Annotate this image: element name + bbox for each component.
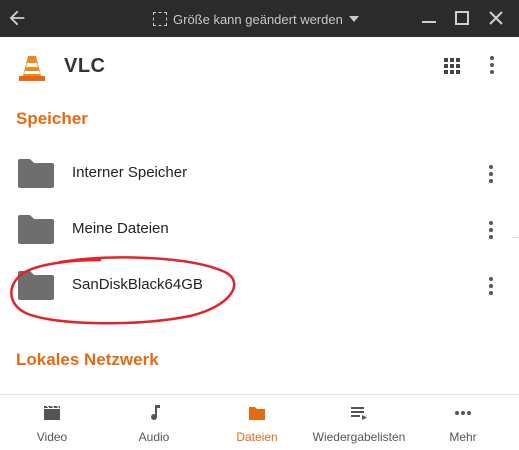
vlc-cone-icon: [19, 56, 45, 81]
nav-label: Wiedergabelisten: [312, 430, 406, 444]
app-bar: VLC: [0, 37, 519, 95]
app-title: VLC: [64, 55, 106, 77]
storage-item-internal[interactable]: Interner Speicher: [0, 146, 519, 202]
resize-icon: [153, 12, 167, 26]
storage-item-label: Meine Dateien: [72, 220, 169, 237]
nav-label: Dateien: [236, 430, 278, 444]
back-arrow-icon[interactable]: [6, 7, 28, 29]
video-icon: [44, 405, 60, 420]
bottom-navigation: Video Audio Dateien Wiedergabelisten Meh…: [0, 394, 519, 450]
folder-icon: [18, 215, 54, 244]
nav-more[interactable]: Mehr: [413, 395, 513, 450]
window-titlebar: Größe kann geändert werden: [0, 0, 519, 37]
item-menu-icon[interactable]: [489, 277, 493, 295]
close-button[interactable]: [487, 9, 505, 27]
playlist-icon: [351, 407, 367, 420]
nav-audio[interactable]: Audio: [104, 395, 204, 450]
grid-view-icon[interactable]: [443, 57, 461, 75]
nav-video[interactable]: Video: [2, 395, 102, 450]
nav-label: Video: [36, 430, 68, 444]
item-menu-icon[interactable]: [489, 165, 493, 183]
overflow-menu-icon[interactable]: [490, 56, 494, 74]
storage-item-label: Interner Speicher: [72, 164, 188, 181]
resize-dropdown[interactable]: Größe kann geändert werden: [153, 9, 359, 29]
highlight-annotation: [10, 256, 236, 325]
maximize-button[interactable]: [453, 9, 471, 27]
section-title-network: Lokales Netzwerk: [16, 350, 159, 369]
more-icon: [455, 411, 471, 415]
divider: [513, 237, 519, 238]
folder-icon: [18, 159, 54, 188]
chevron-down-icon: [348, 16, 359, 22]
resize-label: Größe kann geändert werden: [173, 11, 343, 27]
nav-playlists[interactable]: Wiedergabelisten: [309, 395, 409, 450]
minimize-button[interactable]: [420, 9, 438, 27]
item-menu-icon[interactable]: [489, 221, 493, 239]
nav-label: Mehr: [449, 430, 477, 444]
section-title-storage: Speicher: [16, 109, 88, 128]
folder-icon: [249, 407, 265, 420]
nav-label: Audio: [138, 430, 170, 444]
nav-files[interactable]: Dateien: [207, 395, 307, 450]
music-icon: [151, 405, 160, 421]
